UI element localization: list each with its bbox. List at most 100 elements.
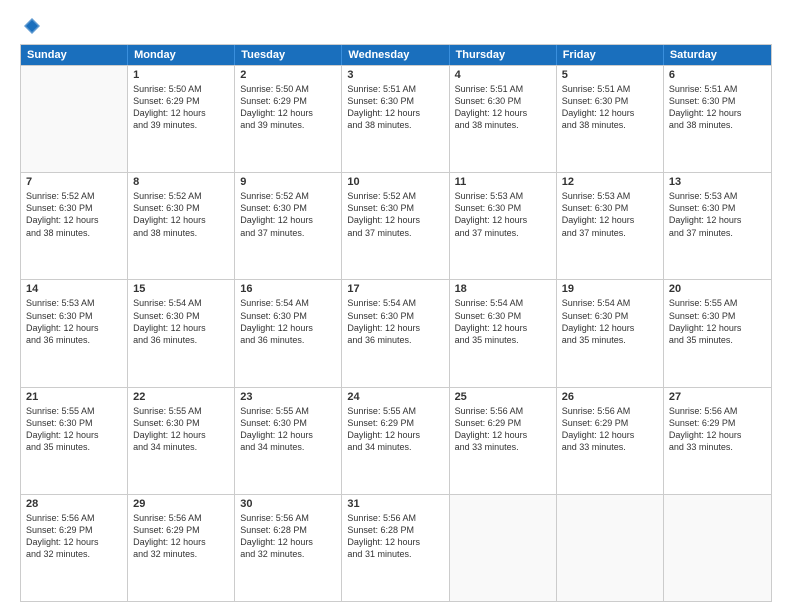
- calendar-cell: 16 Sunrise: 5:54 AM Sunset: 6:30 PM Dayli…: [235, 280, 342, 386]
- header-day-friday: Friday: [557, 45, 664, 65]
- day-number: 1: [133, 69, 229, 81]
- calendar-cell: 6Sunrise: 5:51 AM Sunset: 6:30 PM Daylig…: [664, 66, 771, 172]
- day-number: 8: [133, 176, 229, 188]
- calendar-cell: [21, 66, 128, 172]
- calendar-cell: 4 Sunrise: 5:51 AM Sunset: 6:30 PM Daylig…: [450, 66, 557, 172]
- day-number: 20: [669, 283, 766, 295]
- calendar-cell: 17 Sunrise: 5:54 AM Sunset: 6:30 PM Dayli…: [342, 280, 449, 386]
- calendar-row-0: 1 Sunrise: 5:50 AM Sunset: 6:29 PM Daylig…: [21, 65, 771, 172]
- calendar-body: 1 Sunrise: 5:50 AM Sunset: 6:29 PM Daylig…: [21, 65, 771, 601]
- calendar-cell: [664, 495, 771, 601]
- day-number: 24: [347, 391, 443, 403]
- cell-details: Sunrise: 5:54 AM Sunset: 6:30 PM Dayligh…: [562, 297, 658, 346]
- logo-icon: [22, 16, 42, 36]
- cell-details: Sunrise: 5:52 AM Sunset: 6:30 PM Dayligh…: [26, 190, 122, 239]
- day-number: 21: [26, 391, 122, 403]
- cell-details: Sunrise: 5:56 AM Sunset: 6:28 PM Dayligh…: [240, 512, 336, 561]
- calendar-cell: 15Sunrise: 5:54 AM Sunset: 6:30 PM Dayli…: [128, 280, 235, 386]
- day-number: 16: [240, 283, 336, 295]
- cell-details: Sunrise: 5:53 AM Sunset: 6:30 PM Dayligh…: [26, 297, 122, 346]
- day-number: 19: [562, 283, 658, 295]
- calendar-cell: 11 Sunrise: 5:53 AM Sunset: 6:30 PM Dayli…: [450, 173, 557, 279]
- day-number: 10: [347, 176, 443, 188]
- calendar-cell: 20 Sunrise: 5:55 AM Sunset: 6:30 PM Dayli…: [664, 280, 771, 386]
- day-number: 23: [240, 391, 336, 403]
- day-number: 9: [240, 176, 336, 188]
- cell-details: Sunrise: 5:56 AM Sunset: 6:29 PM Dayligh…: [133, 512, 229, 561]
- logo: [20, 16, 42, 36]
- day-number: 13: [669, 176, 766, 188]
- day-number: 14: [26, 283, 122, 295]
- cell-details: Sunrise: 5:55 AM Sunset: 6:30 PM Dayligh…: [26, 405, 122, 454]
- calendar-cell: 2 Sunrise: 5:50 AM Sunset: 6:29 PM Daylig…: [235, 66, 342, 172]
- day-number: 29: [133, 498, 229, 510]
- day-number: 7: [26, 176, 122, 188]
- calendar-header: SundayMondayTuesdayWednesdayThursdayFrid…: [21, 45, 771, 65]
- calendar-cell: 28 Sunrise: 5:56 AM Sunset: 6:29 PM Dayli…: [21, 495, 128, 601]
- cell-details: Sunrise: 5:52 AM Sunset: 6:30 PM Dayligh…: [347, 190, 443, 239]
- cell-details: Sunrise: 5:51 AM Sunset: 6:30 PM Dayligh…: [455, 83, 551, 132]
- header-day-saturday: Saturday: [664, 45, 771, 65]
- cell-details: Sunrise: 5:54 AM Sunset: 6:30 PM Dayligh…: [240, 297, 336, 346]
- calendar-row-2: 14 Sunrise: 5:53 AM Sunset: 6:30 PM Dayli…: [21, 279, 771, 386]
- calendar-cell: 1Sunrise: 5:50 AM Sunset: 6:29 PM Daylig…: [128, 66, 235, 172]
- calendar-row-3: 21 Sunrise: 5:55 AM Sunset: 6:30 PM Dayli…: [21, 387, 771, 494]
- cell-details: Sunrise: 5:56 AM Sunset: 6:29 PM Dayligh…: [26, 512, 122, 561]
- cell-details: Sunrise: 5:53 AM Sunset: 6:30 PM Dayligh…: [669, 190, 766, 239]
- calendar-cell: 22Sunrise: 5:55 AM Sunset: 6:30 PM Dayli…: [128, 388, 235, 494]
- cell-details: Sunrise: 5:54 AM Sunset: 6:30 PM Dayligh…: [347, 297, 443, 346]
- cell-details: Sunrise: 5:56 AM Sunset: 6:29 PM Dayligh…: [669, 405, 766, 454]
- day-number: 26: [562, 391, 658, 403]
- cell-details: Sunrise: 5:53 AM Sunset: 6:30 PM Dayligh…: [455, 190, 551, 239]
- day-number: 15: [133, 283, 229, 295]
- calendar-cell: 14 Sunrise: 5:53 AM Sunset: 6:30 PM Dayli…: [21, 280, 128, 386]
- page: SundayMondayTuesdayWednesdayThursdayFrid…: [0, 0, 792, 612]
- calendar-cell: 12 Sunrise: 5:53 AM Sunset: 6:30 PM Dayli…: [557, 173, 664, 279]
- header-day-wednesday: Wednesday: [342, 45, 449, 65]
- calendar-cell: 23 Sunrise: 5:55 AM Sunset: 6:30 PM Dayli…: [235, 388, 342, 494]
- cell-details: Sunrise: 5:50 AM Sunset: 6:29 PM Dayligh…: [240, 83, 336, 132]
- header-day-monday: Monday: [128, 45, 235, 65]
- day-number: 12: [562, 176, 658, 188]
- calendar-cell: 13 Sunrise: 5:53 AM Sunset: 6:30 PM Dayli…: [664, 173, 771, 279]
- calendar: SundayMondayTuesdayWednesdayThursdayFrid…: [20, 44, 772, 602]
- cell-details: Sunrise: 5:54 AM Sunset: 6:30 PM Dayligh…: [455, 297, 551, 346]
- day-number: 3: [347, 69, 443, 81]
- cell-details: Sunrise: 5:56 AM Sunset: 6:29 PM Dayligh…: [562, 405, 658, 454]
- cell-details: Sunrise: 5:55 AM Sunset: 6:29 PM Dayligh…: [347, 405, 443, 454]
- calendar-cell: 3 Sunrise: 5:51 AM Sunset: 6:30 PM Daylig…: [342, 66, 449, 172]
- calendar-cell: 7 Sunrise: 5:52 AM Sunset: 6:30 PM Daylig…: [21, 173, 128, 279]
- cell-details: Sunrise: 5:51 AM Sunset: 6:30 PM Dayligh…: [347, 83, 443, 132]
- calendar-cell: 26 Sunrise: 5:56 AM Sunset: 6:29 PM Dayli…: [557, 388, 664, 494]
- calendar-cell: 29 Sunrise: 5:56 AM Sunset: 6:29 PM Dayli…: [128, 495, 235, 601]
- day-number: 28: [26, 498, 122, 510]
- day-number: 17: [347, 283, 443, 295]
- cell-details: Sunrise: 5:55 AM Sunset: 6:30 PM Dayligh…: [669, 297, 766, 346]
- calendar-cell: 30 Sunrise: 5:56 AM Sunset: 6:28 PM Dayli…: [235, 495, 342, 601]
- calendar-cell: [557, 495, 664, 601]
- header-day-thursday: Thursday: [450, 45, 557, 65]
- cell-details: Sunrise: 5:51 AM Sunset: 6:30 PM Dayligh…: [562, 83, 658, 132]
- cell-details: Sunrise: 5:56 AM Sunset: 6:29 PM Dayligh…: [455, 405, 551, 454]
- header-day-tuesday: Tuesday: [235, 45, 342, 65]
- cell-details: Sunrise: 5:55 AM Sunset: 6:30 PM Dayligh…: [240, 405, 336, 454]
- calendar-cell: 24 Sunrise: 5:55 AM Sunset: 6:29 PM Dayli…: [342, 388, 449, 494]
- day-number: 27: [669, 391, 766, 403]
- calendar-cell: 25Sunrise: 5:56 AM Sunset: 6:29 PM Dayli…: [450, 388, 557, 494]
- day-number: 2: [240, 69, 336, 81]
- header: [20, 16, 772, 36]
- day-number: 11: [455, 176, 551, 188]
- day-number: 31: [347, 498, 443, 510]
- day-number: 18: [455, 283, 551, 295]
- cell-details: Sunrise: 5:55 AM Sunset: 6:30 PM Dayligh…: [133, 405, 229, 454]
- calendar-cell: 27 Sunrise: 5:56 AM Sunset: 6:29 PM Dayli…: [664, 388, 771, 494]
- cell-details: Sunrise: 5:52 AM Sunset: 6:30 PM Dayligh…: [240, 190, 336, 239]
- calendar-cell: 9 Sunrise: 5:52 AM Sunset: 6:30 PM Daylig…: [235, 173, 342, 279]
- day-number: 4: [455, 69, 551, 81]
- calendar-cell: [450, 495, 557, 601]
- cell-details: Sunrise: 5:53 AM Sunset: 6:30 PM Dayligh…: [562, 190, 658, 239]
- day-number: 30: [240, 498, 336, 510]
- calendar-cell: 10 Sunrise: 5:52 AM Sunset: 6:30 PM Dayli…: [342, 173, 449, 279]
- day-number: 6: [669, 69, 766, 81]
- day-number: 5: [562, 69, 658, 81]
